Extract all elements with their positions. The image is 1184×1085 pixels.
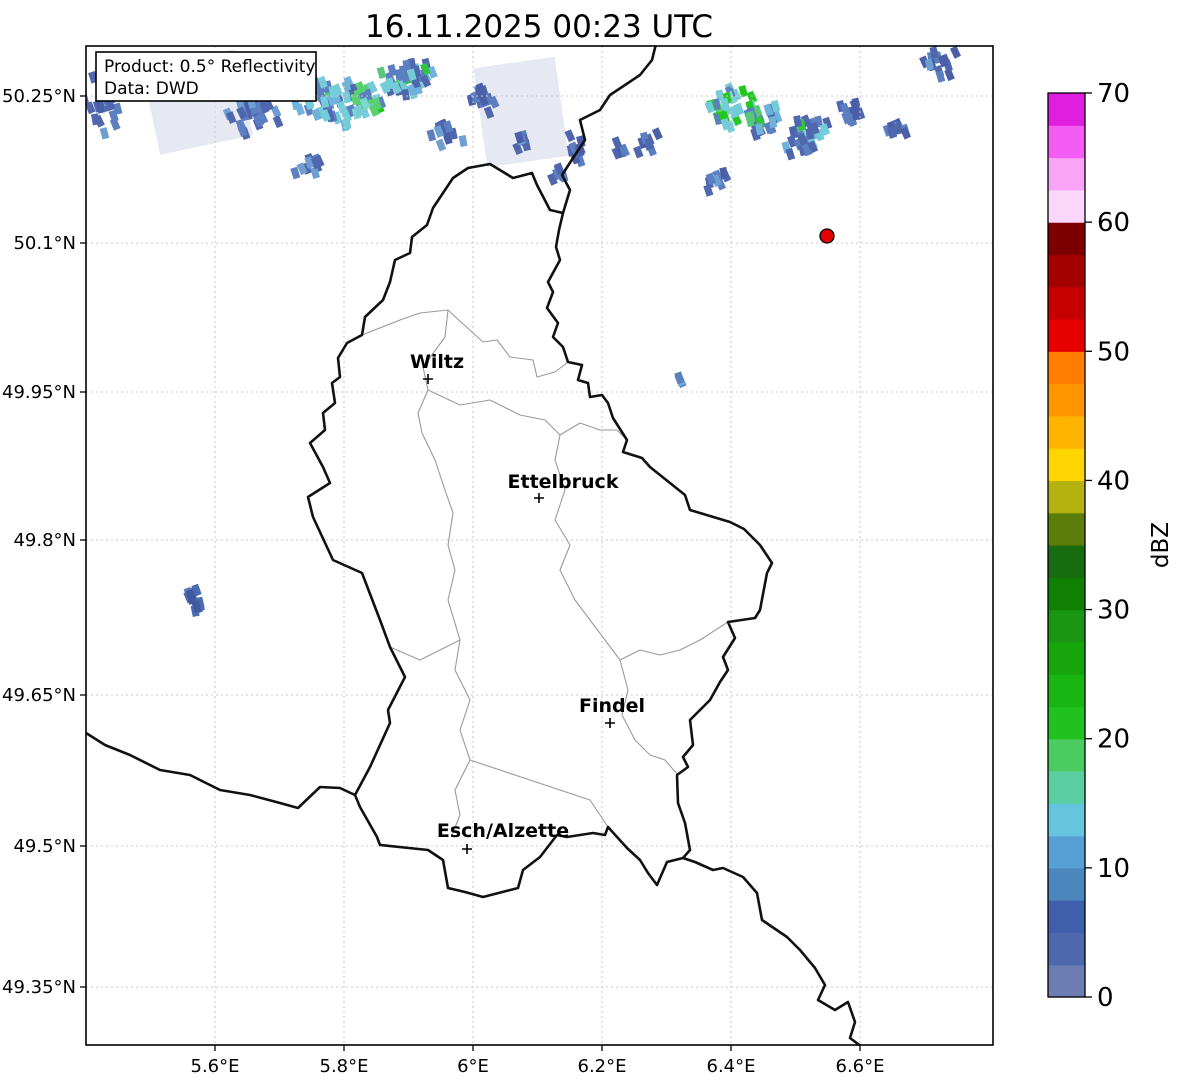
colorbar-segment <box>1048 738 1085 772</box>
x-axis-tick-label: 6°E <box>457 1056 489 1077</box>
colorbar-segment <box>1048 512 1085 546</box>
colorbar-tick-label: 40 <box>1097 466 1130 496</box>
colorbar-tick-label: 20 <box>1097 725 1130 755</box>
colorbar-segment <box>1048 964 1085 998</box>
colorbar-segment <box>1048 448 1085 482</box>
colorbar-segment <box>1048 641 1085 675</box>
radar-site-layer <box>819 228 835 244</box>
colorbar-tick-label: 10 <box>1097 854 1130 884</box>
x-axis-tick-label: 6.2°E <box>578 1056 627 1077</box>
data-source-label: Data: DWD <box>104 79 199 99</box>
radar-echo-cell <box>949 46 962 59</box>
city-label: Ettelbruck <box>508 471 619 493</box>
colorbar-segment <box>1048 577 1085 611</box>
canton-border <box>427 389 628 441</box>
colorbar-segment <box>1048 932 1085 966</box>
colorbar-segment <box>1048 222 1085 256</box>
radar-echo-cell <box>99 127 110 140</box>
radar-echo-cell <box>785 147 796 161</box>
canton-border <box>361 309 569 378</box>
product-label: Product: 0.5° Reflectivity <box>104 57 316 77</box>
colorbar-segment <box>1048 286 1085 320</box>
colorbar-segment <box>1048 545 1085 578</box>
city-markers-layer: Wiltz Ettelbruck Findel Esch/Alzette <box>410 351 645 854</box>
colorbar-segment <box>1048 900 1085 934</box>
city-label: Wiltz <box>410 351 464 373</box>
radar-echo-cell <box>674 371 685 385</box>
neighbor-country-border <box>560 46 657 214</box>
canton-borders-layer <box>361 309 729 836</box>
colorbar-segment <box>1048 480 1085 514</box>
radar-site-marker <box>819 228 835 244</box>
colorbar-tick-label: 50 <box>1097 337 1130 367</box>
colorbar-tick-label: 60 <box>1097 208 1130 238</box>
graticule-layer <box>86 46 993 1045</box>
plot-frame-border <box>85 45 994 1046</box>
colorbar-segment <box>1048 157 1085 191</box>
colorbar-segment <box>1048 415 1085 449</box>
y-axis-tick-label: 49.65°N <box>2 685 76 706</box>
colorbar-segment <box>1048 189 1085 223</box>
colorbar-segment <box>1048 319 1085 352</box>
canton-border <box>619 659 679 776</box>
canton-border <box>389 639 461 661</box>
neighbor-country-border <box>86 731 356 810</box>
radar-echo-cell <box>86 92 90 106</box>
country-borders-layer <box>86 46 862 1045</box>
colorbar-segment <box>1048 706 1085 740</box>
colorbar-segment <box>1048 93 1085 126</box>
y-axis-tick-label: 49.35°N <box>2 977 76 998</box>
colorbar-segment <box>1048 383 1085 417</box>
city-label: Esch/Alzette <box>437 820 569 842</box>
radar-echo-cell <box>793 115 803 128</box>
radar-echo-cell <box>935 70 946 83</box>
colorbar-segment <box>1048 867 1085 901</box>
radar-echo-cell <box>272 115 284 129</box>
plot-frame <box>85 45 994 1046</box>
city-marker <box>605 718 615 728</box>
canton-border <box>554 434 729 661</box>
colorbar-segment <box>1048 254 1085 288</box>
canton-border <box>417 309 471 836</box>
colorbar-segment <box>1048 351 1085 385</box>
colorbar-tick-label: 30 <box>1097 596 1130 626</box>
x-axis-tick-label: 6.6°E <box>836 1056 885 1077</box>
x-axis-tick-label: 6.4°E <box>707 1056 756 1077</box>
radar-echo-cell <box>435 138 447 152</box>
colorbar-unit-label: dBZ <box>1148 522 1174 568</box>
colorbar-segment <box>1048 803 1085 837</box>
map-title: 16.11.2025 00:23 UTC <box>365 9 713 45</box>
radar-map-figure: Product: 0.5° Reflectivity Data: DWD 5.6… <box>2 9 1174 1077</box>
colorbar-tick-label: 0 <box>1097 983 1114 1013</box>
colorbar-segment <box>1048 125 1085 159</box>
y-axis-tick-label: 49.8°N <box>13 530 76 551</box>
colorbar-segment <box>1048 609 1085 643</box>
axis-ticks-and-labels: 5.6°E 5.8°E 6°E 6.2°E 6.4°E 6.6°E 50.25°N 50.1°… <box>2 86 885 1077</box>
colorbar-tick-label: 70 <box>1097 79 1130 109</box>
city-marker <box>462 844 472 854</box>
luxembourg-border <box>306 162 774 899</box>
city-label: Findel <box>579 695 645 717</box>
radar-echo-cell <box>376 66 387 79</box>
x-axis-tick-label: 5.6°E <box>191 1056 240 1077</box>
x-axis-tick-label: 5.8°E <box>320 1056 369 1077</box>
colorbar-segment <box>1048 835 1085 869</box>
colorbar: 0 10 20 30 40 50 60 70 <box>1047 79 1130 1013</box>
radar-echo-cell <box>458 134 468 148</box>
radar-figure: Product: 0.5° Reflectivity Data: DWD 5.6… <box>0 0 1184 1081</box>
colorbar-segment <box>1048 771 1085 804</box>
y-axis-tick-label: 50.1°N <box>13 233 76 254</box>
product-info-box: Product: 0.5° Reflectivity Data: DWD <box>95 51 317 102</box>
city-marker <box>534 493 544 503</box>
colorbar-segment <box>1048 674 1085 708</box>
radar-echo-cell <box>651 127 663 141</box>
y-axis-tick-label: 49.95°N <box>2 382 76 403</box>
radar-echo-cell <box>426 129 437 142</box>
neighbor-country-border <box>682 856 862 1045</box>
y-axis-tick-label: 49.5°N <box>13 836 76 857</box>
y-axis-tick-label: 50.25°N <box>2 86 76 107</box>
canton-border <box>469 759 609 828</box>
